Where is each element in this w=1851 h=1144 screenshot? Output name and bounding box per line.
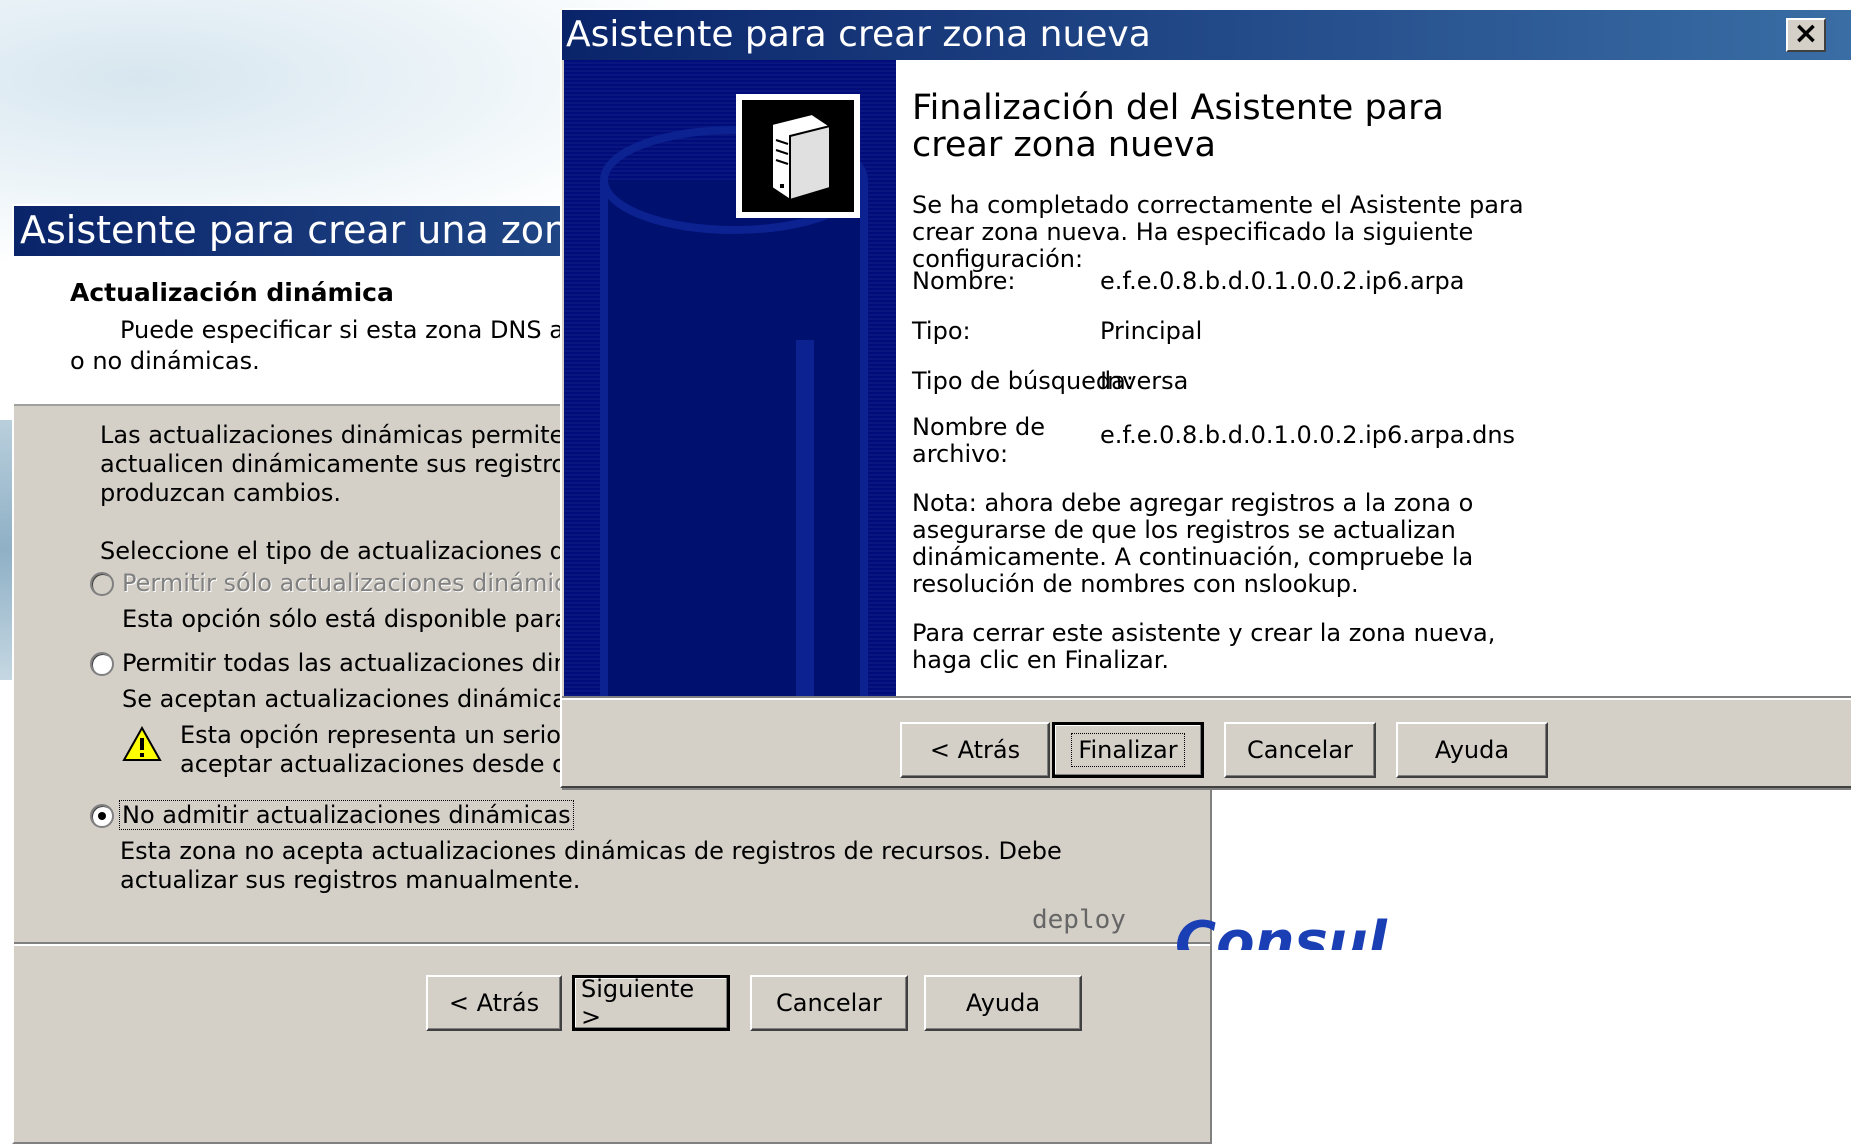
completion-heading: Finalización del Asistente para crear zo… bbox=[912, 88, 1444, 165]
server-icon bbox=[736, 94, 860, 218]
footer-separator bbox=[14, 942, 1210, 946]
new-zone-wizard-completion-dialog: Asistente para crear zona nueva × Finali… bbox=[560, 8, 1851, 788]
radio-selected-dot bbox=[98, 812, 106, 820]
next-button[interactable]: Siguiente > bbox=[572, 975, 730, 1031]
name-value: e.f.e.0.8.b.d.0.1.0.0.2.ip6.arpa bbox=[1100, 267, 1465, 295]
cancel-button[interactable]: Cancelar bbox=[1224, 722, 1376, 778]
warning-icon bbox=[122, 726, 162, 761]
next-button-label: Siguiente > bbox=[581, 975, 695, 1031]
help-button[interactable]: Ayuda bbox=[924, 975, 1082, 1031]
type-value: Principal bbox=[1100, 317, 1203, 345]
name-label: Nombre: bbox=[912, 267, 1016, 295]
back-button[interactable]: < Atrás bbox=[426, 975, 562, 1031]
footer-separator bbox=[562, 696, 1851, 700]
wizard-side-banner bbox=[564, 60, 896, 696]
radio-no-dynamic-label-text: No admitir actualizaciones dinámicas bbox=[119, 800, 574, 830]
lookup-type-value: Inversa bbox=[1100, 367, 1189, 395]
file-name-value: e.f.e.0.8.b.d.0.1.0.0.2.ip6.arpa.dns bbox=[1100, 421, 1516, 449]
back-button-label: < Atrás bbox=[929, 736, 1021, 764]
finish-button[interactable]: Finalizar bbox=[1052, 722, 1204, 778]
radio-allow-all[interactable] bbox=[90, 652, 114, 676]
window-title: Asistente para crear zona nueva bbox=[566, 14, 1151, 55]
type-label: Tipo: bbox=[912, 317, 971, 345]
radio-no-dynamic[interactable] bbox=[90, 804, 114, 828]
cancel-button-label: Cancelar bbox=[1247, 736, 1353, 764]
back-button[interactable]: < Atrás bbox=[900, 722, 1050, 778]
help-button-label: Ayuda bbox=[965, 989, 1041, 1017]
intro-line-3: produzcan cambios. bbox=[100, 479, 342, 507]
finish-button-label: Finalizar bbox=[1071, 733, 1185, 767]
radio-no-dynamic-label[interactable]: No admitir actualizaciones dinámicas bbox=[119, 800, 574, 831]
completion-note: Nota: ahora debe agregar registros a la … bbox=[912, 489, 1474, 598]
cancel-button-label: Cancelar bbox=[776, 989, 882, 1017]
wizard-content: Finalización del Asistente para crear zo… bbox=[896, 60, 1851, 696]
file-name-label-1: Nombre de bbox=[912, 413, 1045, 441]
cancel-button[interactable]: Cancelar bbox=[750, 975, 908, 1031]
consul-logo: Consul bbox=[1175, 910, 1387, 950]
help-button[interactable]: Ayuda bbox=[1396, 722, 1548, 778]
back-button-label: < Atrás bbox=[448, 989, 540, 1017]
radio-no-dynamic-desc-2: actualizar sus registros manualmente. bbox=[120, 866, 581, 894]
deploy-logo: deploy bbox=[1032, 905, 1126, 935]
close-icon[interactable]: × bbox=[1786, 18, 1826, 52]
title-bar: Asistente para crear zona nueva × bbox=[562, 10, 1851, 60]
radio-secure-only bbox=[90, 572, 114, 596]
completion-intro: Se ha completado correctamente el Asiste… bbox=[912, 191, 1524, 273]
file-name-label-2: archivo: bbox=[912, 440, 1009, 468]
help-button-label: Ayuda bbox=[1434, 736, 1510, 764]
radio-no-dynamic-desc-1: Esta zona no acepta actualizaciones diná… bbox=[120, 837, 1062, 865]
completion-closing: Para cerrar este asistente y crear la zo… bbox=[912, 619, 1496, 674]
